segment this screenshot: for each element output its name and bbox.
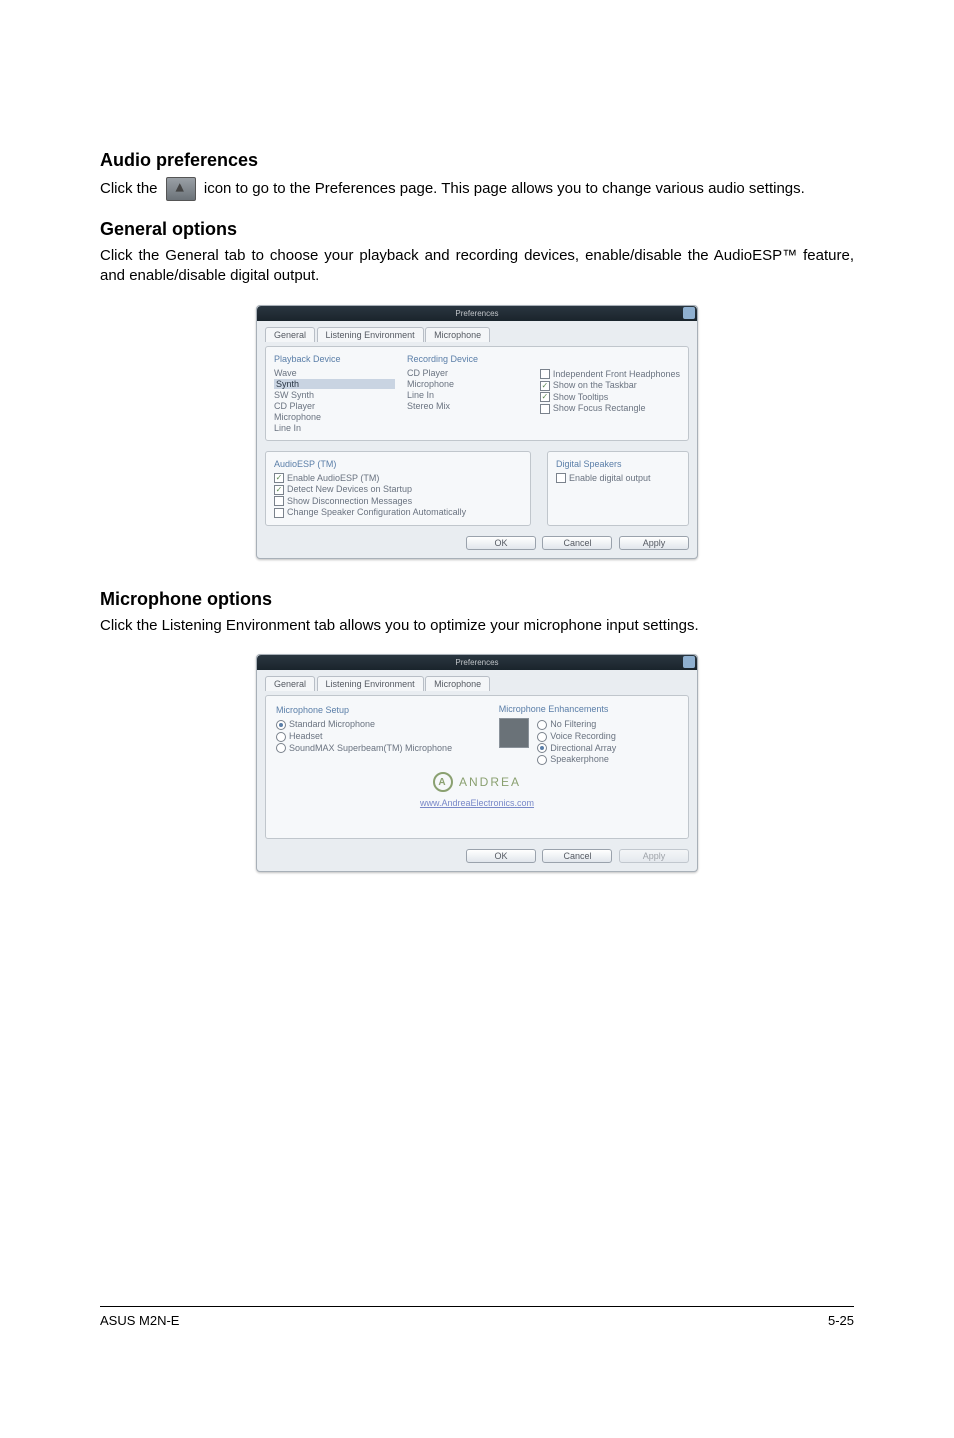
- check-item[interactable]: Change Speaker Configuration Automatical…: [274, 507, 522, 518]
- audioesp-heading: AudioESP (TM): [274, 459, 522, 469]
- radio-item[interactable]: SoundMAX Superbeam(TM) Microphone: [276, 743, 479, 754]
- recording-heading: Recording Device: [407, 354, 528, 364]
- preferences-icon: [166, 177, 196, 201]
- playback-device-list: Playback Device Wave Synth SW Synth CD P…: [274, 353, 395, 434]
- list-item[interactable]: Line In: [274, 423, 395, 433]
- cancel-button[interactable]: Cancel: [542, 536, 612, 550]
- list-item[interactable]: SW Synth: [274, 390, 395, 400]
- list-item[interactable]: Stereo Mix: [407, 401, 528, 411]
- paragraph-audio-pref: Click the icon to go to the Preferences …: [100, 177, 854, 201]
- dialog-tabs: General Listening Environment Microphone: [257, 321, 697, 342]
- ok-button[interactable]: OK: [466, 849, 536, 863]
- footer-left: ASUS M2N-E: [100, 1313, 179, 1328]
- radio-item[interactable]: No Filtering: [537, 719, 616, 730]
- mic-setup-heading: Microphone Setup: [276, 705, 479, 715]
- check-item[interactable]: Detect New Devices on Startup: [274, 484, 522, 495]
- andrea-logo: A ANDREA: [433, 772, 521, 792]
- tab-microphone[interactable]: Microphone: [425, 327, 490, 342]
- andrea-branding: A ANDREA www.AndreaElectronics.com: [274, 772, 680, 808]
- playback-heading: Playback Device: [274, 354, 395, 364]
- dialog-title: Preferences: [455, 309, 498, 318]
- page-footer: ASUS M2N-E 5-25: [100, 1306, 854, 1328]
- check-item[interactable]: Show on the Taskbar: [540, 380, 680, 391]
- list-item[interactable]: Microphone: [274, 412, 395, 422]
- cancel-button[interactable]: Cancel: [542, 849, 612, 863]
- heading-microphone-options: Microphone options: [100, 589, 854, 610]
- andrea-logo-text: ANDREA: [459, 775, 521, 789]
- apply-button[interactable]: Apply: [619, 536, 689, 550]
- check-item[interactable]: Show Tooltips: [540, 392, 680, 403]
- radio-item[interactable]: Speakerphone: [537, 754, 616, 765]
- close-icon[interactable]: [683, 307, 695, 319]
- tab-listening-environment[interactable]: Listening Environment: [317, 676, 424, 691]
- dialog-buttons: OK Cancel Apply: [257, 532, 697, 558]
- check-item[interactable]: Show Focus Rectangle: [540, 403, 680, 414]
- enhancement-preview-icon: [499, 718, 529, 748]
- text-audio-pref-prefix: Click the: [100, 180, 162, 197]
- panel-devices: Playback Device Wave Synth SW Synth CD P…: [265, 346, 689, 441]
- radio-item[interactable]: Standard Microphone: [276, 719, 479, 730]
- heading-audio-preferences: Audio preferences: [100, 150, 854, 171]
- radio-item[interactable]: Directional Array: [537, 743, 616, 754]
- close-icon[interactable]: [683, 656, 695, 668]
- dialog-tabs: General Listening Environment Microphone: [257, 670, 697, 691]
- list-item-selected[interactable]: Synth: [274, 379, 395, 389]
- tab-microphone[interactable]: Microphone: [425, 676, 490, 691]
- panel-mic: Microphone Setup Standard Microphone Hea…: [265, 695, 689, 839]
- misc-checks: Independent Front Headphones Show on the…: [540, 353, 680, 434]
- mic-enhancements: Microphone Enhancements No Filtering Voi…: [499, 704, 676, 766]
- preferences-dialog-microphone: Preferences General Listening Environmen…: [256, 654, 698, 872]
- paragraph-general-options: Click the General tab to choose your pla…: [100, 246, 854, 287]
- preferences-dialog-general: Preferences General Listening Environmen…: [256, 305, 698, 560]
- tab-general[interactable]: General: [265, 676, 315, 691]
- ok-button[interactable]: OK: [466, 536, 536, 550]
- text-audio-pref-suffix: icon to go to the Preferences page. This…: [204, 180, 805, 197]
- list-item[interactable]: Line In: [407, 390, 528, 400]
- check-item[interactable]: Independent Front Headphones: [540, 369, 680, 380]
- list-item[interactable]: Wave: [274, 368, 395, 378]
- andrea-link[interactable]: www.AndreaElectronics.com: [274, 798, 680, 808]
- dialog-buttons: OK Cancel Apply: [257, 845, 697, 871]
- digital-heading: Digital Speakers: [556, 459, 680, 469]
- paragraph-microphone-options: Click the Listening Environment tab allo…: [100, 616, 854, 636]
- tab-listening-environment[interactable]: Listening Environment: [317, 327, 424, 342]
- dialog-titlebar: Preferences: [257, 306, 697, 321]
- footer-right: 5-25: [828, 1313, 854, 1328]
- check-item[interactable]: Enable digital output: [556, 473, 680, 484]
- radio-item[interactable]: Headset: [276, 731, 479, 742]
- mic-setup: Microphone Setup Standard Microphone Hea…: [276, 704, 479, 754]
- list-item[interactable]: Microphone: [407, 379, 528, 389]
- list-item[interactable]: CD Player: [407, 368, 528, 378]
- mic-enh-heading: Microphone Enhancements: [499, 704, 676, 714]
- tab-general[interactable]: General: [265, 327, 315, 342]
- check-item[interactable]: Enable AudioESP (TM): [274, 473, 522, 484]
- radio-item[interactable]: Voice Recording: [537, 731, 616, 742]
- panel-digital: Digital Speakers Enable digital output: [547, 451, 689, 527]
- heading-general-options: General options: [100, 219, 854, 240]
- recording-device-list: Recording Device CD Player Microphone Li…: [407, 353, 528, 434]
- check-item[interactable]: Show Disconnection Messages: [274, 496, 522, 507]
- andrea-badge-icon: A: [433, 772, 453, 792]
- list-item[interactable]: CD Player: [274, 401, 395, 411]
- dialog-titlebar: Preferences: [257, 655, 697, 670]
- panel-audioesp: AudioESP (TM) Enable AudioESP (TM) Detec…: [265, 451, 531, 527]
- dialog-title: Preferences: [455, 658, 498, 667]
- apply-button[interactable]: Apply: [619, 849, 689, 863]
